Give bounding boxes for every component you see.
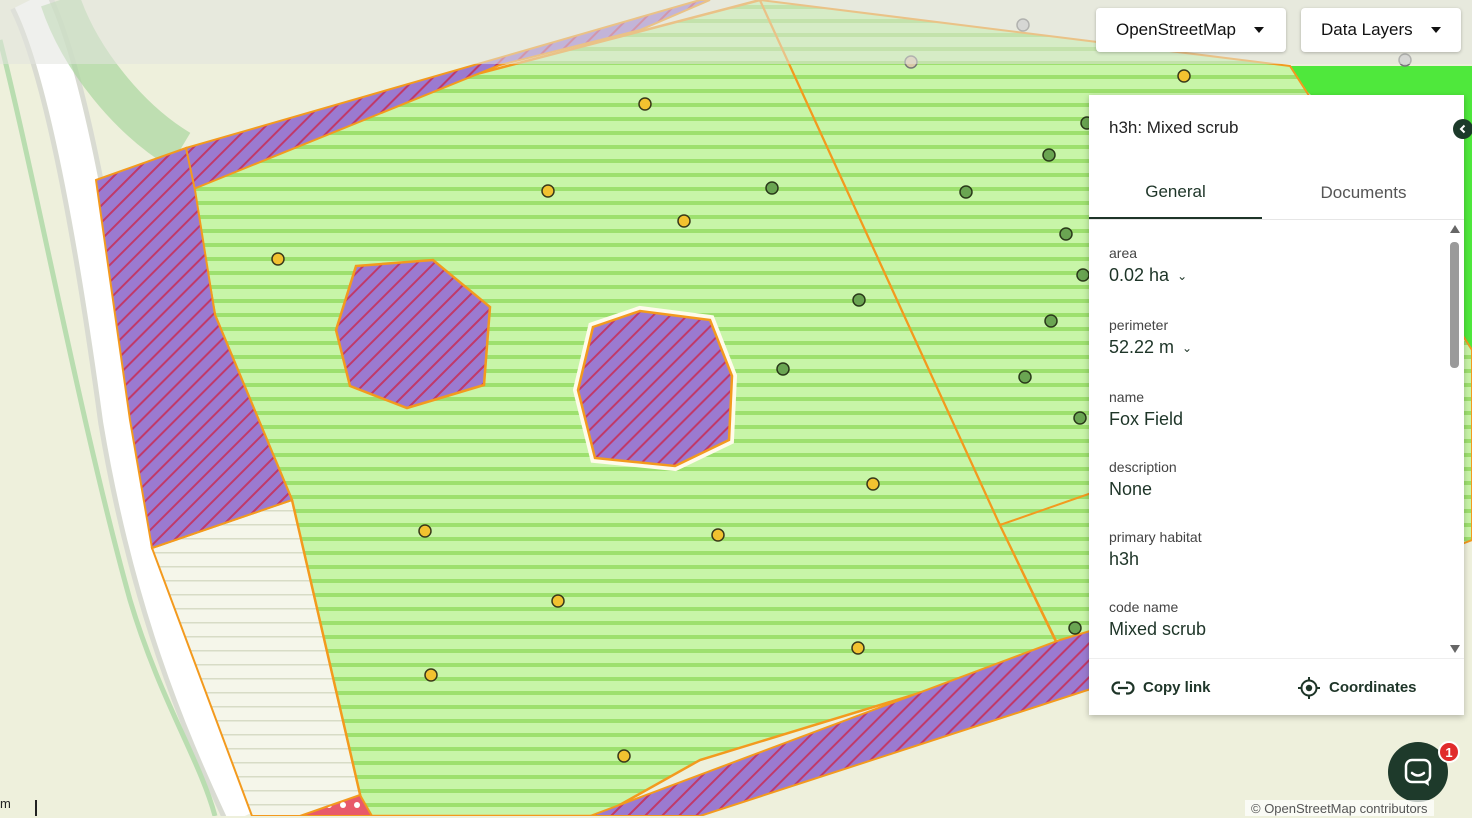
point-green[interactable] — [1018, 370, 1032, 384]
caret-down-icon — [1430, 27, 1441, 33]
field-label: code name — [1109, 599, 1179, 615]
point-green[interactable] — [1042, 148, 1056, 162]
field-label: primary habitat — [1109, 529, 1202, 545]
scroll-up-arrow[interactable] — [1450, 225, 1460, 233]
link-icon — [1111, 680, 1135, 695]
chevron-down-icon[interactable]: ⌄ — [1182, 341, 1192, 355]
field-value: Mixed scrub — [1109, 619, 1207, 639]
basemap-dropdown-button[interactable]: OpenStreetMap — [1096, 8, 1286, 52]
feature-details-panel: h3h: Mixed scrub General Documents area … — [1089, 95, 1464, 715]
point-green[interactable] — [776, 362, 790, 376]
field-value: Fox Field — [1109, 409, 1184, 429]
copy-link-button[interactable]: Copy link — [1111, 659, 1211, 716]
point-grey[interactable] — [904, 55, 918, 69]
point-green[interactable] — [1059, 227, 1073, 241]
field-perimeter: perimeter 52.22 m ⌄ — [1109, 317, 1192, 358]
point-green[interactable] — [765, 181, 779, 195]
notification-badge: 1 — [1438, 741, 1460, 763]
scroll-down-arrow[interactable] — [1450, 645, 1460, 653]
field-label: name — [1109, 389, 1145, 405]
field-value: None — [1109, 479, 1153, 499]
crosshair-icon — [1298, 676, 1320, 699]
point-green[interactable] — [1068, 621, 1082, 635]
scale-bar — [35, 800, 37, 816]
field-label: area — [1109, 245, 1138, 261]
map-attribution[interactable]: © OpenStreetMap contributors — [1245, 800, 1434, 816]
point-green[interactable] — [1073, 411, 1087, 425]
point-yellow[interactable] — [638, 97, 652, 111]
point-green[interactable] — [852, 293, 866, 307]
point-yellow[interactable] — [418, 524, 432, 538]
perimeter-value: 52.22 m — [1109, 337, 1175, 357]
scrollbar-thumb[interactable] — [1450, 242, 1459, 368]
point-green[interactable] — [1076, 268, 1090, 282]
tab-documents[interactable]: Documents — [1276, 167, 1451, 218]
chevron-down-icon[interactable]: ⌄ — [1177, 269, 1187, 283]
field-label: perimeter — [1109, 317, 1169, 333]
point-grey[interactable] — [1016, 18, 1030, 32]
point-yellow[interactable] — [541, 184, 555, 198]
chat-icon — [1404, 758, 1432, 786]
copy-link-label: Copy link — [1143, 679, 1211, 696]
point-yellow[interactable] — [617, 749, 631, 763]
data-layers-label: Data Layers — [1321, 20, 1413, 39]
tab-general[interactable]: General — [1089, 167, 1262, 219]
field-name: name Fox Field — [1109, 389, 1183, 430]
point-yellow[interactable] — [551, 594, 565, 608]
field-value: h3h — [1109, 549, 1140, 569]
point-yellow[interactable] — [271, 252, 285, 266]
panel-tabs: General Documents — [1089, 167, 1464, 220]
scale-label: m — [0, 796, 11, 811]
point-green[interactable] — [1044, 314, 1058, 328]
collapse-panel-button[interactable] — [1453, 119, 1472, 139]
point-yellow[interactable] — [711, 528, 725, 542]
coordinates-label: Coordinates — [1329, 679, 1417, 696]
panel-title: h3h: Mixed scrub — [1109, 118, 1239, 137]
coordinates-button[interactable]: Coordinates — [1297, 659, 1417, 716]
field-description: description None — [1109, 459, 1177, 500]
field-area: area 0.02 ha ⌄ — [1109, 245, 1187, 286]
point-grey[interactable] — [1398, 53, 1412, 67]
panel-footer: Copy link Coordinates — [1089, 658, 1464, 716]
field-primary-habitat: primary habitat h3h — [1109, 529, 1202, 570]
area-value: 0.02 ha — [1109, 265, 1170, 285]
point-yellow[interactable] — [424, 668, 438, 682]
field-value[interactable]: 52.22 m ⌄ — [1109, 337, 1192, 358]
selected-scrub-patch[interactable] — [576, 309, 734, 468]
basemap-label: OpenStreetMap — [1116, 20, 1237, 39]
point-green[interactable] — [959, 185, 973, 199]
chevron-left-icon — [1459, 124, 1466, 134]
point-yellow[interactable] — [851, 641, 865, 655]
field-label: description — [1109, 459, 1177, 475]
point-yellow[interactable] — [677, 214, 691, 228]
point-yellow[interactable] — [866, 477, 880, 491]
point-yellow[interactable] — [1177, 69, 1191, 83]
field-code-name: code name Mixed scrub — [1109, 599, 1206, 640]
caret-down-icon — [1254, 27, 1265, 33]
data-layers-dropdown-button[interactable]: Data Layers — [1301, 8, 1461, 52]
field-value[interactable]: 0.02 ha ⌄ — [1109, 265, 1187, 286]
